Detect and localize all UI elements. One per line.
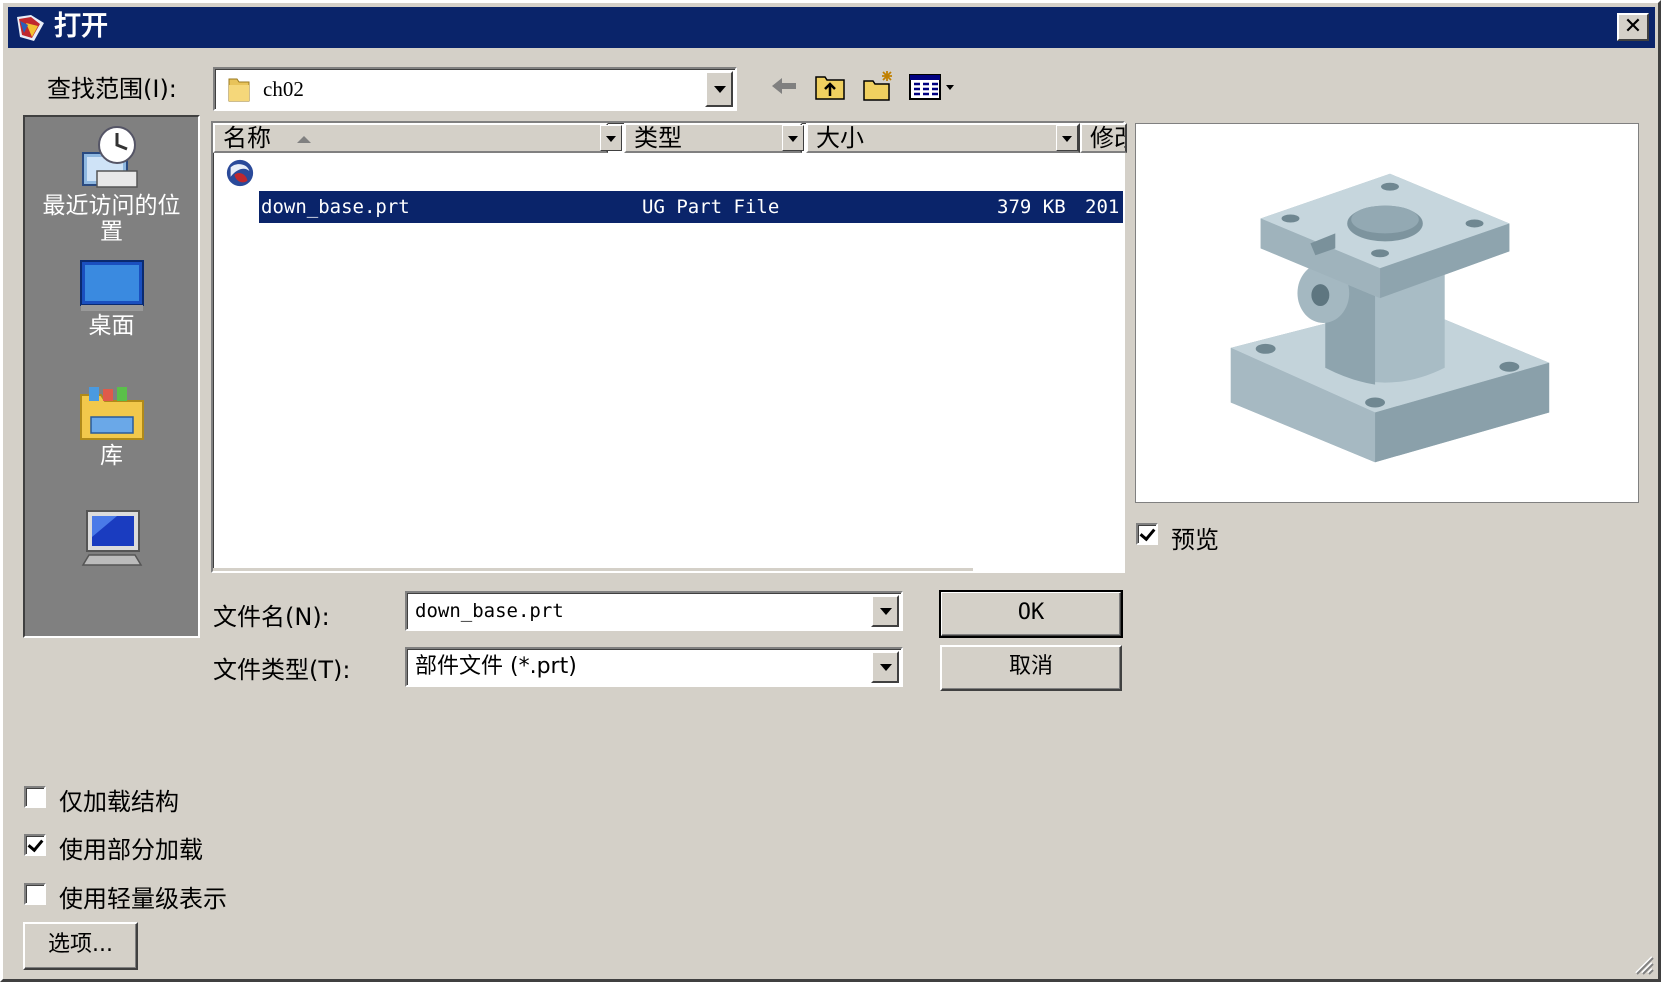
look-in-combo[interactable]: ch02 [213, 67, 737, 111]
column-header-modified[interactable]: 修改 [1080, 123, 1127, 153]
open-dialog: 打开 ✕ 查找范围(I): ch02 最近访问的位置 桌面 库 名称 类型 大小… [0, 0, 1661, 982]
list-divider [213, 568, 973, 571]
load-structure-only-label: 仅加载结构 [59, 788, 179, 816]
file-type-value: 部件文件 (*.prt) [415, 654, 577, 679]
cancel-button[interactable]: 取消 [940, 645, 1122, 691]
close-button[interactable]: ✕ [1617, 13, 1649, 41]
file-list[interactable]: 名称 类型 大小 修改 down_base.prt UG Part File 3… [211, 121, 1127, 573]
column-header-type[interactable]: 类型 [624, 123, 802, 153]
place-recent[interactable]: 最近访问的位置 [25, 123, 198, 245]
place-desktop-label: 桌面 [88, 313, 135, 339]
column-type-dropdown[interactable] [782, 125, 804, 151]
column-header-size[interactable]: 大小 [806, 123, 1080, 153]
table-row[interactable]: down_base.prt UG Part File 379 KB 201 [213, 157, 1123, 223]
place-libraries-label: 库 [100, 443, 123, 469]
sort-ascending-icon [296, 135, 311, 143]
recent-places-icon [81, 126, 138, 188]
computer-icon [81, 510, 142, 566]
lightweight-representation-checkbox[interactable] [24, 883, 46, 905]
back-arrow-icon[interactable] [768, 69, 802, 103]
nx-part-file-icon [226, 159, 254, 187]
ok-button[interactable]: OK [939, 590, 1123, 638]
libraries-icon [79, 387, 144, 440]
view-menu-icon[interactable] [908, 69, 958, 103]
file-name-cell: down_base.prt [261, 196, 410, 218]
load-structure-only-checkbox[interactable] [24, 786, 46, 808]
nx-logo-icon [17, 15, 44, 41]
close-icon: ✕ [1623, 14, 1643, 39]
partial-load-label: 使用部分加载 [59, 836, 203, 864]
file-type-combo[interactable]: 部件文件 (*.prt) [405, 647, 903, 687]
place-desktop[interactable]: 桌面 [25, 257, 198, 339]
look-in-label: 查找范围(I): [47, 75, 177, 103]
folder-icon [228, 78, 250, 102]
chevron-down-icon[interactable] [871, 595, 899, 627]
resize-grip-icon[interactable] [1632, 953, 1654, 975]
file-modified-cell: 201 [1085, 196, 1120, 218]
title-bar[interactable]: 打开 ✕ [8, 7, 1655, 48]
desktop-icon [79, 260, 144, 311]
preview-checkbox[interactable] [1136, 523, 1158, 545]
file-name-input[interactable]: down_base.prt [415, 593, 564, 629]
place-libraries[interactable]: 库 [25, 383, 198, 469]
places-bar: 最近访问的位置 桌面 库 [23, 115, 200, 638]
new-folder-icon[interactable] [861, 69, 895, 103]
place-computer[interactable] [25, 507, 198, 571]
file-type-cell: UG Part File [642, 196, 780, 218]
place-recent-label: 最近访问的位置 [42, 193, 181, 245]
up-folder-icon[interactable] [813, 69, 847, 103]
window-title: 打开 [54, 11, 108, 42]
file-name-combo[interactable]: down_base.prt [405, 591, 903, 631]
column-name-dropdown[interactable] [600, 125, 622, 151]
column-header-name[interactable]: 名称 [213, 123, 608, 153]
chevron-down-icon[interactable] [705, 71, 733, 107]
preview-label: 预览 [1171, 526, 1219, 554]
partial-load-checkbox[interactable] [24, 834, 46, 856]
look-in-value: ch02 [263, 77, 304, 101]
file-type-label: 文件类型(T): [213, 656, 351, 684]
file-size-cell: 379 KB [997, 196, 1066, 218]
preview-pane [1135, 123, 1639, 503]
file-name-label: 文件名(N): [213, 603, 330, 631]
column-size-dropdown[interactable] [1056, 125, 1078, 151]
options-button[interactable]: 选项... [23, 922, 138, 970]
part-preview-image [1230, 173, 1550, 463]
selected-row-highlight: down_base.prt UG Part File 379 KB 201 [259, 191, 1123, 223]
lightweight-representation-label: 使用轻量级表示 [59, 885, 227, 913]
chevron-down-icon[interactable] [871, 651, 899, 683]
